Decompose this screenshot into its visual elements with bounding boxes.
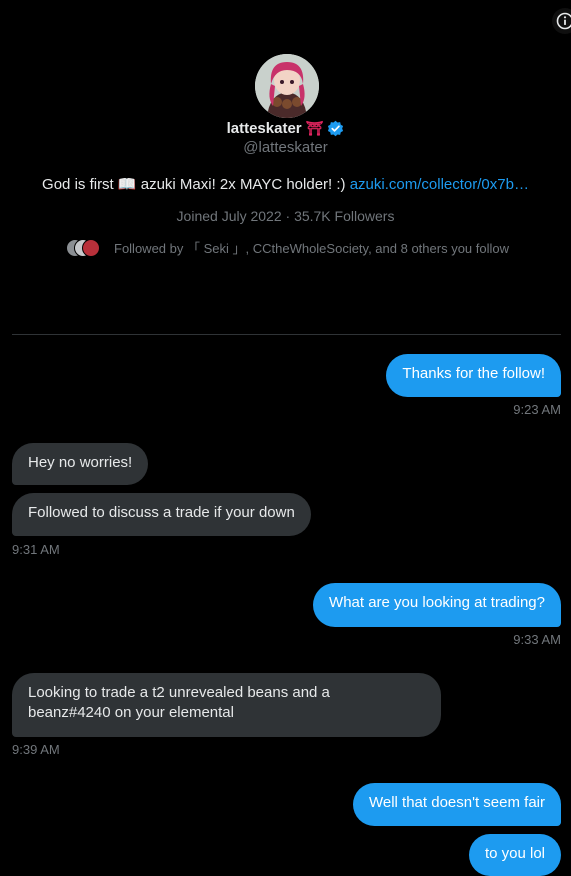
message-bubble-outgoing[interactable]: Well that doesn't seem fair	[353, 783, 561, 826]
bio-text: God is first 📖 azuki Maxi! 2x MAYC holde…	[42, 176, 345, 193]
message-bubble-incoming[interactable]: Followed to discuss a trade if your down	[12, 493, 311, 536]
profile-avatar[interactable]	[255, 54, 319, 118]
joined-followers-line: Joined July 2022 · 35.7K Followers	[0, 208, 571, 224]
profile-name[interactable]: latteskater	[227, 120, 302, 137]
info-icon	[556, 12, 571, 30]
message-text-line: beanz#4240 on your elemental	[28, 703, 425, 723]
message-bubble-outgoing[interactable]: Thanks for the follow!	[386, 354, 561, 397]
divider	[12, 334, 561, 335]
message-timestamp: 9:33 AM	[513, 632, 561, 647]
followed-by-row[interactable]: Followed by 「 Seki 」, CCtheWholeSociety,…	[66, 238, 509, 257]
torii-gate-emoji: ⛩	[306, 120, 324, 137]
message-timestamp: 9:31 AM	[12, 542, 60, 557]
message-timestamp: 9:23 AM	[513, 402, 561, 417]
message-timestamp: 9:39 AM	[12, 742, 60, 757]
message-bubble-outgoing[interactable]: to you lol	[469, 834, 561, 876]
verified-badge-icon	[327, 120, 344, 137]
message-text: Hey no worries!	[28, 454, 132, 471]
message-text: Followed to discuss a trade if your down	[28, 504, 295, 521]
message-text: Thanks for the follow!	[402, 365, 545, 382]
profile-handle: @latteskater	[0, 139, 571, 156]
info-button[interactable]	[552, 8, 571, 34]
message-text: Well that doesn't seem fair	[369, 794, 545, 811]
bio-link[interactable]: azuki.com/collector/0x7b…	[350, 176, 529, 193]
message-text-line: Looking to trade a t2 unrevealed beans a…	[28, 683, 425, 703]
message-bubble-outgoing[interactable]: What are you looking at trading?	[313, 583, 561, 627]
avatar-illustration	[255, 54, 319, 118]
profile-name-row: latteskater ⛩	[0, 117, 571, 139]
message-bubble-incoming[interactable]: Looking to trade a t2 unrevealed beans a…	[12, 673, 441, 737]
profile-bio: God is first 📖 azuki Maxi! 2x MAYC holde…	[0, 175, 571, 193]
follower-avatar	[82, 239, 100, 257]
message-text: to you lol	[485, 845, 545, 862]
followed-by-text: Followed by 「 Seki 」, CCtheWholeSociety,…	[114, 238, 509, 257]
message-text: What are you looking at trading?	[329, 594, 545, 611]
message-bubble-incoming[interactable]: Hey no worries!	[12, 443, 148, 485]
follower-avatars	[66, 239, 102, 257]
